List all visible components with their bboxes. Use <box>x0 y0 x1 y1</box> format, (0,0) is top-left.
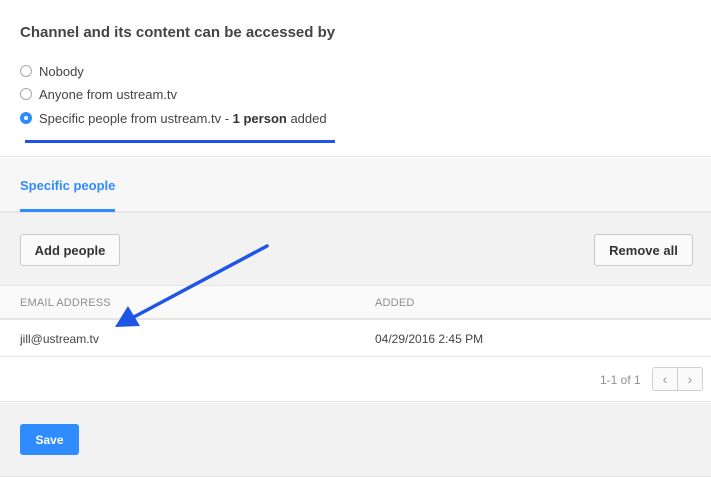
radio-specific-people[interactable]: Specific people from ustream.tv - 1 pers… <box>20 109 327 127</box>
add-people-button[interactable]: Add people <box>20 234 120 266</box>
chevron-right-icon[interactable]: › <box>677 368 702 390</box>
pagination-count: 1-1 of 1 <box>600 373 641 387</box>
radio-anyone[interactable]: Anyone from ustream.tv <box>20 85 177 103</box>
radio-button-checked-icon[interactable] <box>20 112 32 124</box>
pagination-controls: ‹ › <box>652 367 703 391</box>
chevron-left-icon[interactable]: ‹ <box>653 368 677 390</box>
radio-label: Anyone from ustream.tv <box>39 86 177 102</box>
access-title: Channel and its content can be accessed … <box>20 24 336 41</box>
radio-label-suffix: added <box>286 110 327 126</box>
table-row[interactable]: jill@ustream.tv 04/29/2016 2:45 PM <box>0 320 711 357</box>
radio-button-icon[interactable] <box>20 65 32 77</box>
table-header: EMAIL ADDRESS ADDED <box>0 286 711 320</box>
footer: Save <box>0 403 711 477</box>
radio-nobody[interactable]: Nobody <box>20 62 84 80</box>
radio-label: Specific people from ustream.tv - 1 pers… <box>39 111 327 126</box>
radio-button-icon[interactable] <box>20 88 32 100</box>
row-email: jill@ustream.tv <box>20 332 99 346</box>
radio-label: Nobody <box>39 63 84 79</box>
column-header-added: ADDED <box>375 297 415 309</box>
tab-specific-people[interactable]: Specific people <box>20 158 115 213</box>
remove-all-button[interactable]: Remove all <box>594 234 693 266</box>
annotation-underline <box>25 140 335 143</box>
tab-bar: Specific people <box>0 158 711 213</box>
tab-active-indicator <box>20 209 115 212</box>
access-panel: Channel and its content can be accessed … <box>0 0 711 157</box>
row-added-date: 04/29/2016 2:45 PM <box>375 332 484 346</box>
save-button[interactable]: Save <box>20 424 79 455</box>
pagination: 1-1 of 1 ‹ › <box>0 358 711 402</box>
radio-label-prefix: Specific people from ustream.tv - <box>39 110 233 126</box>
radio-label-count: 1 person <box>232 110 287 126</box>
column-header-email: EMAIL ADDRESS <box>20 297 111 309</box>
toolbar: Add people Remove all <box>0 213 711 286</box>
